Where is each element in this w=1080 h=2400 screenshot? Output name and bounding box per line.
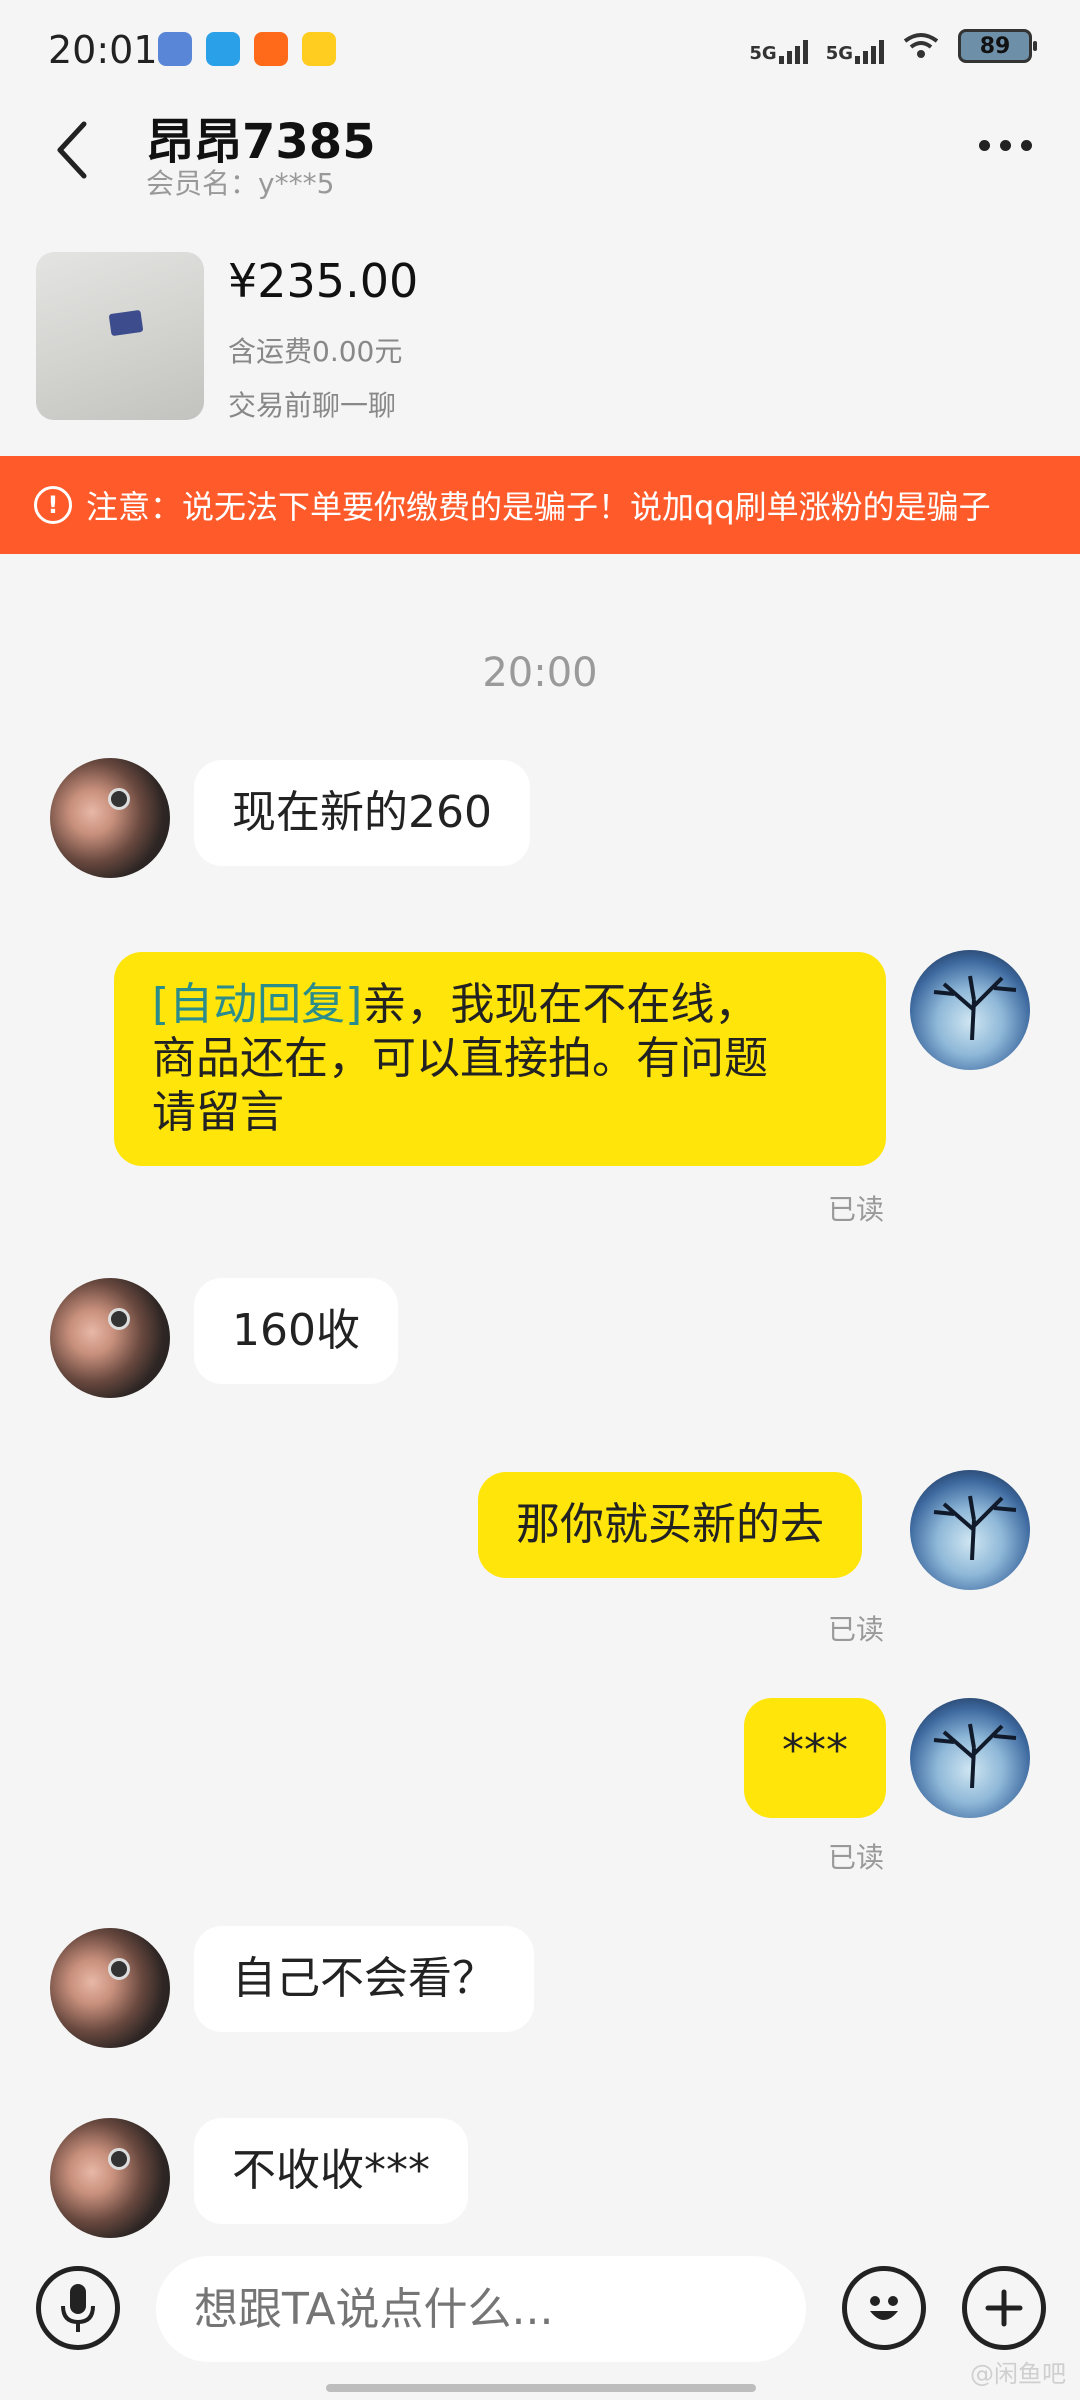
- message-bubble[interactable]: 不收收***: [194, 2118, 468, 2224]
- warning-text: 注意：说无法下单要你缴费的是骗子！说加qq刷单涨粉的是骗子: [86, 488, 991, 526]
- product-thumbnail[interactable]: [36, 252, 204, 420]
- message-bubble[interactable]: ***: [744, 1698, 886, 1818]
- signal-2-label: 5G: [825, 43, 853, 64]
- plus-icon: [985, 2289, 1023, 2327]
- signal-1-label: 5G: [749, 43, 777, 64]
- signal-1: 5G: [749, 28, 808, 64]
- auto-reply-line3: 请留言: [152, 1087, 284, 1138]
- read-status: 已读: [828, 1193, 885, 1226]
- status-indicators: 5G 5G 89: [749, 28, 1037, 64]
- read-status: 已读: [828, 1841, 885, 1874]
- message-bubble[interactable]: 自己不会看？: [194, 1926, 534, 2032]
- more-icon[interactable]: [979, 140, 1032, 151]
- status-app-icons: [158, 32, 336, 66]
- status-time: 20:01: [48, 28, 158, 72]
- emoji-icon: [870, 2296, 898, 2320]
- product-price: ¥235.00: [228, 254, 419, 308]
- prechat-label: 交易前聊一聊: [228, 389, 397, 422]
- battery-indicator: 89: [958, 29, 1037, 63]
- other-avatar[interactable]: [50, 1278, 170, 1398]
- warning-icon: !: [34, 486, 72, 524]
- auto-reply-line1: 亲，我现在不在线，: [362, 979, 759, 1030]
- signal-bars-icon: [778, 38, 808, 64]
- signal-bars-icon: [855, 38, 884, 64]
- other-avatar[interactable]: [50, 758, 170, 878]
- memory-card-image: [108, 309, 144, 337]
- auto-reply-tag: [自动回复]: [152, 979, 363, 1030]
- tree-silhouette-icon: [933, 1495, 1017, 1560]
- wifi-icon: [903, 33, 939, 58]
- chat-timestamp: 20:00: [482, 650, 598, 696]
- watermark: @闲鱼吧: [970, 2360, 1066, 2388]
- back-arrow-icon[interactable]: [50, 118, 94, 182]
- auto-reply-bubble[interactable]: [自动回复]亲，我现在不在线， 商品还在，可以直接拍。有问题 请留言: [114, 952, 886, 1166]
- message-bubble[interactable]: 那你就买新的去: [478, 1472, 862, 1578]
- voice-button[interactable]: [36, 2266, 120, 2350]
- tree-silhouette-icon: [933, 1723, 1017, 1788]
- app-notification-icon: [158, 32, 192, 66]
- shipping-fee: 含运费0.00元: [228, 335, 403, 368]
- emoji-button[interactable]: [842, 2266, 926, 2350]
- mic-icon: [61, 2284, 95, 2332]
- send-app-icon: [206, 32, 240, 66]
- plus-button[interactable]: [962, 2266, 1046, 2350]
- meituan-app-icon: [302, 32, 336, 66]
- other-avatar[interactable]: [50, 1928, 170, 2048]
- member-name: 会员名：y***5: [146, 167, 335, 200]
- other-avatar[interactable]: [50, 2118, 170, 2238]
- message-bubble[interactable]: 160收: [194, 1278, 398, 1384]
- tree-silhouette-icon: [933, 975, 1017, 1040]
- auto-reply-line2: 商品还在，可以直接拍。有问题: [152, 1033, 768, 1084]
- my-avatar[interactable]: [910, 950, 1030, 1070]
- my-avatar[interactable]: [910, 1698, 1030, 1818]
- message-input[interactable]: [156, 2256, 806, 2362]
- message-bubble[interactable]: 现在新的260: [194, 760, 530, 866]
- read-status: 已读: [828, 1613, 885, 1646]
- signal-2: 5G: [826, 28, 884, 64]
- warning-banner[interactable]: ! 注意：说无法下单要你缴费的是骗子！说加qq刷单涨粉的是骗子: [0, 456, 1080, 554]
- home-indicator[interactable]: [326, 2384, 756, 2392]
- my-avatar[interactable]: [910, 1470, 1030, 1590]
- orange-app-icon: [254, 32, 288, 66]
